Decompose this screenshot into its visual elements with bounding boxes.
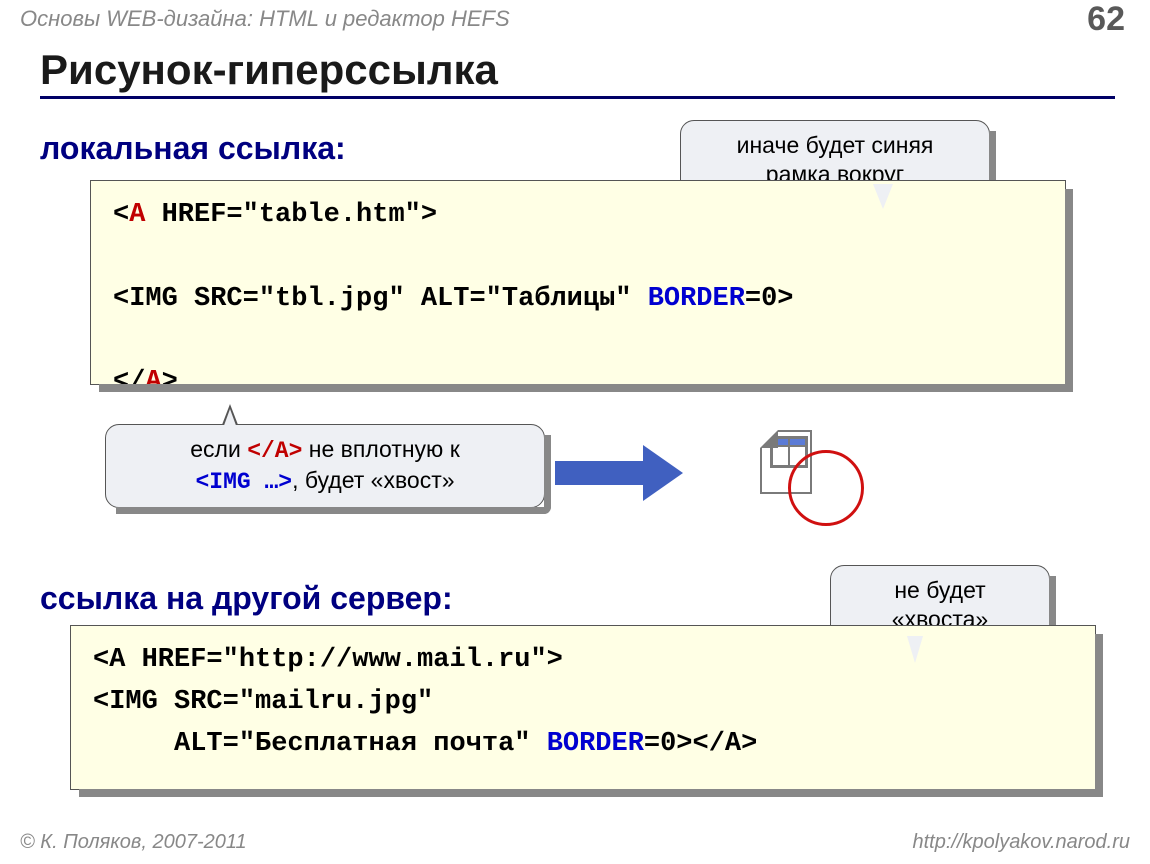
code-text: =0> [644, 729, 693, 759]
section-remote-link: ссылка на другой сервер: [40, 580, 453, 617]
callout-pointer-fill-icon [873, 184, 893, 209]
callout-pointer-fill-icon [907, 636, 923, 663]
code-tag-a-close: A [145, 367, 161, 397]
slide-title: Рисунок-гиперссылка [40, 46, 1115, 99]
arrow-icon [555, 445, 683, 501]
code-text: =0> [745, 284, 794, 314]
callout-text: если [190, 436, 247, 462]
code-border-attr: BORDER [648, 284, 745, 314]
highlight-circle-icon [788, 450, 864, 526]
code-block-local: <A HREF="table.htm"> <IMG SRC="tbl.jpg" … [90, 180, 1066, 385]
code-tag-a: A [129, 200, 145, 230]
code-text: HREF="table.htm"> [145, 200, 437, 230]
code-text: <IMG SRC="mailru.jpg" [93, 687, 433, 717]
footer-url: http://kpolyakov.narod.ru [912, 831, 1130, 854]
callout-tail: если </A> не вплотную к <IMG …>, будет «… [105, 424, 545, 508]
doc-header: Основы WEB-дизайна: HTML и редактор HEFS [20, 6, 510, 32]
code-text: <IMG SRC="tbl.jpg" ALT="Таблицы" [113, 284, 648, 314]
code-inline: </A> [247, 438, 302, 464]
callout-text: не вплотную к [302, 436, 459, 462]
code-border-attr: BORDER [547, 729, 644, 759]
code-text: ALT="Бесплатная почта" [93, 729, 547, 759]
footer-text: К. Поляков, 2007-2011 [40, 831, 246, 853]
code-text: > [162, 367, 178, 397]
code-text: </ [113, 367, 145, 397]
code-text: </A> [693, 729, 758, 759]
callout-text: , будет «хвост» [292, 467, 454, 493]
code-inline: <IMG …> [195, 469, 292, 495]
code-text: <A HREF="http://www.mail.ru"> [93, 645, 563, 675]
code-text: < [113, 200, 129, 230]
callout-pointer-fill-icon [222, 409, 238, 431]
footer-author: © К. Поляков, 2007-2011 [20, 831, 247, 854]
section-local-link: локальная ссылка: [40, 130, 346, 167]
page-number: 62 [1087, 0, 1125, 39]
code-block-remote: <A HREF="http://www.mail.ru"> <IMG SRC="… [70, 625, 1096, 790]
